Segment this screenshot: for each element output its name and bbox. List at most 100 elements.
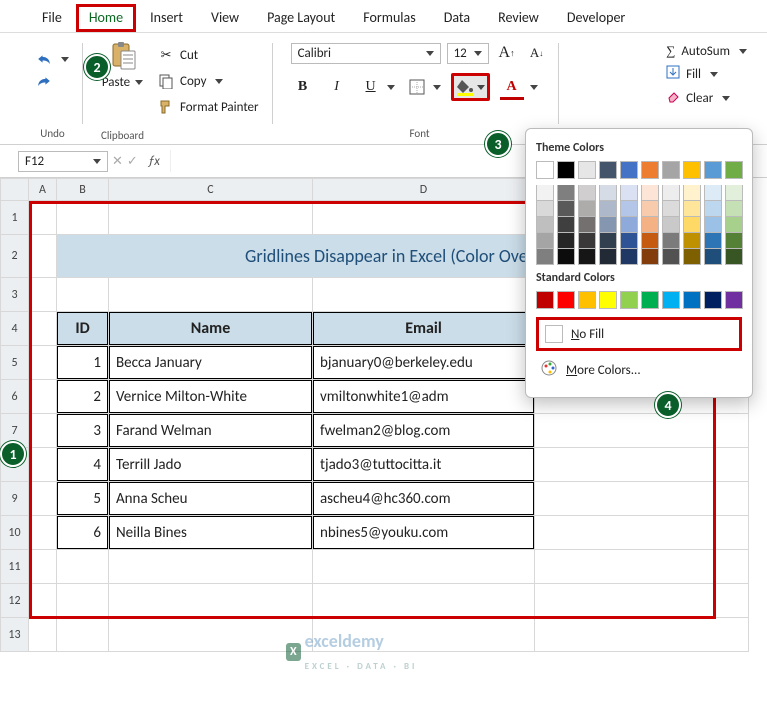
fill-color-button[interactable] <box>451 73 490 101</box>
color-swatch[interactable] <box>662 249 680 265</box>
color-swatch[interactable] <box>536 217 554 233</box>
table-header-email[interactable]: Email <box>313 312 535 346</box>
color-swatch[interactable] <box>683 161 701 179</box>
color-swatch[interactable] <box>536 249 554 265</box>
cell[interactable] <box>313 201 535 235</box>
color-swatch[interactable] <box>557 201 575 217</box>
color-swatch[interactable] <box>641 233 659 249</box>
color-swatch[interactable] <box>725 217 743 233</box>
color-swatch[interactable] <box>683 249 701 265</box>
undo-button[interactable] <box>32 49 73 69</box>
color-swatch[interactable] <box>599 161 617 179</box>
cell[interactable] <box>57 201 109 235</box>
color-swatch[interactable] <box>620 201 638 217</box>
table-cell[interactable]: Becca January <box>109 346 313 380</box>
cell[interactable] <box>57 550 109 584</box>
cell[interactable] <box>29 278 57 312</box>
cell[interactable] <box>29 550 57 584</box>
color-swatch[interactable] <box>704 233 722 249</box>
cell[interactable] <box>109 550 313 584</box>
color-swatch[interactable] <box>725 185 743 201</box>
grow-font-button[interactable]: A↑ <box>495 41 519 65</box>
color-swatch[interactable] <box>704 249 722 265</box>
enter-formula-button[interactable]: ✓ <box>127 154 138 169</box>
font-color-button[interactable]: A <box>500 75 524 99</box>
cell[interactable] <box>109 618 313 652</box>
color-swatch[interactable] <box>683 291 701 309</box>
color-swatch[interactable] <box>557 291 575 309</box>
table-cell[interactable]: ascheu4@hc360.com <box>313 482 535 516</box>
color-swatch[interactable] <box>599 201 617 217</box>
italic-button[interactable]: I <box>325 75 349 99</box>
color-swatch[interactable] <box>641 217 659 233</box>
row-header[interactable]: 13 <box>1 618 29 652</box>
row-header[interactable]: 1 <box>1 201 29 235</box>
tab-formulas[interactable]: Formulas <box>349 4 429 32</box>
table-cell[interactable]: 3 <box>57 414 109 448</box>
color-swatch[interactable] <box>683 217 701 233</box>
color-swatch[interactable] <box>620 233 638 249</box>
row-header[interactable]: 3 <box>1 278 29 312</box>
cancel-formula-button[interactable]: ✕ <box>112 154 123 169</box>
color-swatch[interactable] <box>683 201 701 217</box>
color-swatch[interactable] <box>557 233 575 249</box>
tab-view[interactable]: View <box>197 4 253 32</box>
color-swatch[interactable] <box>725 201 743 217</box>
color-swatch[interactable] <box>599 291 617 309</box>
row-header[interactable]: 2 <box>1 235 29 278</box>
color-swatch[interactable] <box>704 201 722 217</box>
cell[interactable] <box>29 618 57 652</box>
color-swatch[interactable] <box>662 201 680 217</box>
color-swatch[interactable] <box>725 249 743 265</box>
cell[interactable] <box>57 584 109 618</box>
col-header[interactable]: C <box>109 179 313 201</box>
borders-button[interactable] <box>405 75 429 99</box>
color-swatch[interactable] <box>725 161 743 179</box>
color-swatch[interactable] <box>578 217 596 233</box>
color-swatch[interactable] <box>599 233 617 249</box>
col-header[interactable]: D <box>313 179 535 201</box>
row-header[interactable]: 12 <box>1 584 29 618</box>
cell[interactable] <box>57 278 109 312</box>
color-swatch[interactable] <box>641 291 659 309</box>
cell[interactable] <box>313 584 535 618</box>
table-cell[interactable]: bjanuary0@berkeley.edu <box>313 346 535 380</box>
color-swatch[interactable] <box>620 217 638 233</box>
clear-button[interactable]: Clear <box>666 89 747 107</box>
row-header[interactable]: 11 <box>1 550 29 584</box>
color-swatch[interactable] <box>536 291 554 309</box>
color-swatch[interactable] <box>641 161 659 179</box>
color-swatch[interactable] <box>704 161 722 179</box>
color-swatch[interactable] <box>578 161 596 179</box>
table-cell[interactable]: nbines5@youku.com <box>313 516 535 550</box>
cell[interactable] <box>57 618 109 652</box>
cell[interactable] <box>109 201 313 235</box>
color-swatch[interactable] <box>683 185 701 201</box>
color-swatch[interactable] <box>683 233 701 249</box>
row-header[interactable]: 5 <box>1 346 29 380</box>
format-painter-button[interactable]: Format Painter <box>154 97 263 117</box>
color-swatch[interactable] <box>704 217 722 233</box>
color-swatch[interactable] <box>662 217 680 233</box>
table-cell[interactable]: fwelman2@blog.com <box>313 414 535 448</box>
font-name-select[interactable]: Calibri <box>291 43 441 64</box>
color-swatch[interactable] <box>599 217 617 233</box>
table-cell[interactable]: Vernice Milton-White <box>109 380 313 414</box>
name-box[interactable]: F12 <box>18 151 108 172</box>
color-swatch[interactable] <box>599 185 617 201</box>
color-swatch[interactable] <box>662 161 680 179</box>
cell[interactable] <box>29 584 57 618</box>
color-swatch[interactable] <box>557 161 575 179</box>
fx-button[interactable]: ƒx <box>142 154 166 169</box>
tab-file[interactable]: File <box>28 4 76 32</box>
color-swatch[interactable] <box>620 161 638 179</box>
row-header[interactable]: 6 <box>1 380 29 414</box>
cell[interactable] <box>109 278 313 312</box>
table-cell[interactable]: 6 <box>57 516 109 550</box>
color-swatch[interactable] <box>536 233 554 249</box>
tab-review[interactable]: Review <box>484 4 553 32</box>
shrink-font-button[interactable]: A↓ <box>525 41 549 65</box>
table-cell[interactable]: 2 <box>57 380 109 414</box>
tab-insert[interactable]: Insert <box>136 4 197 32</box>
cell[interactable] <box>29 201 57 235</box>
